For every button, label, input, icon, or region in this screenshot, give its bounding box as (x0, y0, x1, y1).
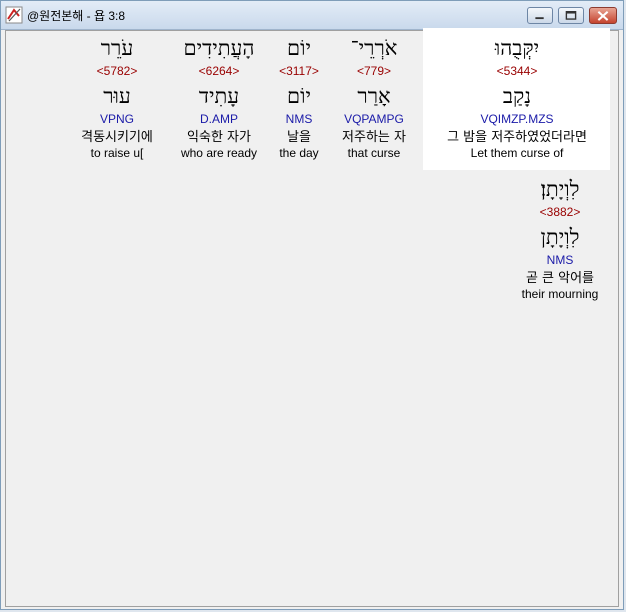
korean-gloss: 격동시키기에 (81, 130, 153, 145)
word-column[interactable]: לִוְיָתָן׃ <3882> לִוְיָתָן NMS 곧 큰 악어를 … (510, 177, 610, 302)
hebrew-lemma: אָרַר (357, 84, 391, 108)
parsing-code: VQPAMPG (344, 112, 404, 126)
strong-number-link[interactable]: <3882> (510, 204, 610, 220)
english-gloss: to raise u[ (90, 146, 144, 160)
parsing-code: VPNG (99, 112, 134, 126)
english-gloss: that curse (347, 146, 401, 160)
hebrew-word: אֹרְרֵי־ (350, 36, 398, 60)
word-column[interactable]: יִקְּבֻהוּ <5344> נָקַב VQIMZP.MZS 그 밤을 … (424, 36, 610, 161)
parsing-code: D.AMP (199, 112, 238, 126)
word-column[interactable]: הָעֲתִידִים <6264> עָתִיד D.AMP 익숙한 자가 w… (171, 36, 267, 161)
hebrew-lemma: נָקַב (502, 84, 532, 108)
app-icon (5, 6, 23, 24)
parsing-code: NMS (546, 253, 574, 267)
english-gloss: the day (279, 146, 319, 160)
minimize-button[interactable] (527, 7, 553, 24)
close-icon (597, 10, 609, 21)
strong-number-link[interactable]: <779> (331, 63, 417, 79)
hebrew-lemma: לִוְיָתָן (540, 225, 580, 249)
korean-gloss: 익숙한 자가 (187, 130, 251, 145)
hebrew-word: הָעֲתִידִים (183, 36, 255, 60)
close-button[interactable] (589, 7, 617, 24)
minimize-icon (535, 17, 544, 20)
word-column[interactable]: יוֹם <3117> יוֹם NMS 날을 the day (271, 36, 327, 161)
strong-number-link[interactable]: <3117> (271, 63, 327, 79)
hebrew-lemma: עוּר (103, 84, 131, 108)
maximize-button[interactable] (558, 7, 584, 24)
maximize-icon (565, 11, 577, 20)
korean-gloss: 날을 (287, 130, 311, 145)
hebrew-word: יִקְּבֻהוּ (494, 36, 540, 60)
strong-number-link[interactable]: <6264> (171, 63, 267, 79)
parsing-code: VQIMZP.MZS (480, 112, 554, 126)
hebrew-word: לִוְיָתָן׃ (540, 177, 580, 201)
korean-gloss: 곧 큰 악어를 (525, 271, 595, 286)
strong-number-link[interactable]: <5344> (424, 63, 610, 79)
korean-gloss: 그 밤을 저주하였었더라면 (447, 130, 587, 145)
title-bar[interactable]: @원전본해 - 욥 3:8 (1, 1, 623, 30)
korean-gloss: 저주하는 자 (342, 130, 406, 145)
window-title: @원전본해 - 욥 3:8 (27, 9, 126, 23)
english-gloss: Let them curse of (470, 146, 564, 160)
word-column[interactable]: עֹרֵר <5782> עוּר VPNG 격동시키기에 to raise u… (68, 36, 166, 161)
parsing-code: NMS (285, 112, 313, 126)
hebrew-lemma: עָתִיד (198, 84, 240, 108)
english-gloss: their mourning (521, 287, 599, 301)
english-gloss: who are ready (180, 146, 258, 160)
hebrew-lemma: יוֹם (287, 84, 311, 108)
word-column[interactable]: אֹרְרֵי־ <779> אָרַר VQPAMPG 저주하는 자 that… (331, 36, 417, 161)
hebrew-word: עֹרֵר (100, 36, 134, 60)
hebrew-word: יוֹם (287, 36, 311, 60)
strong-number-link[interactable]: <5782> (68, 63, 166, 79)
